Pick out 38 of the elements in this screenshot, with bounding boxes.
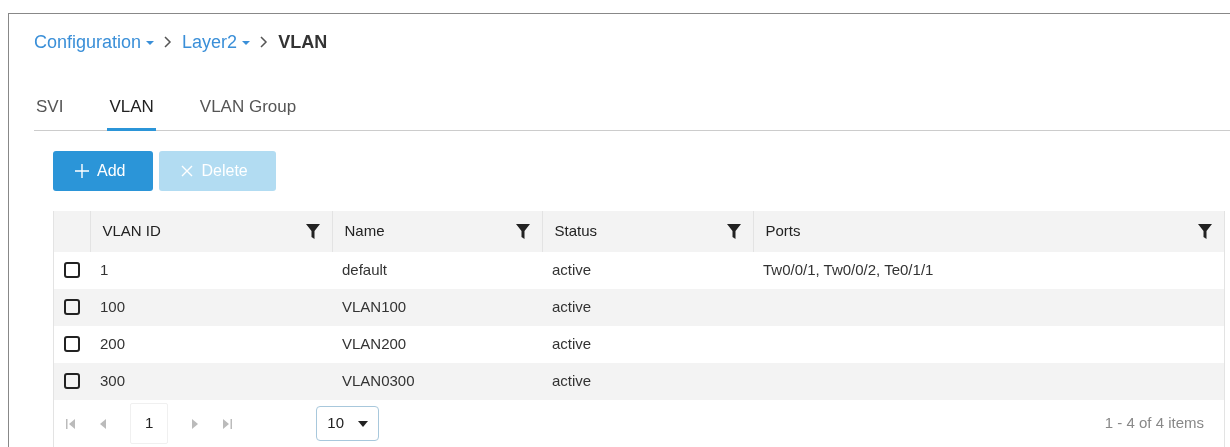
column-header: Name — [344, 220, 385, 241]
table-cell: 1 — [100, 260, 109, 278]
table-cell: VLAN100 — [342, 297, 407, 315]
column-header: Ports — [765, 220, 801, 241]
table-cell: Tw0/0/1, Tw0/0/2, Te0/1/1 — [763, 260, 934, 278]
table-cell: active — [552, 297, 592, 315]
table-cell: VLAN0300 — [342, 371, 415, 389]
row-checkbox[interactable] — [64, 373, 80, 389]
close-icon — [181, 164, 194, 177]
filter-icon[interactable] — [305, 223, 320, 239]
row-checkbox[interactable] — [64, 262, 80, 278]
tab[interactable]: VLAN Group — [197, 86, 299, 131]
breadcrumb-link[interactable]: Configuration — [34, 28, 155, 56]
tab[interactable]: SVI — [34, 86, 66, 131]
column-header: VLAN ID — [102, 220, 161, 241]
table-cell: 100 — [100, 297, 126, 315]
chevron-icon — [260, 36, 269, 48]
table-cell: active — [552, 334, 592, 352]
table-cell: active — [552, 260, 592, 278]
filter-icon[interactable] — [726, 223, 741, 239]
caret-icon — [358, 420, 369, 427]
table-cell: VLAN200 — [342, 334, 407, 352]
table-cell: 200 — [100, 334, 126, 352]
column-header: Status — [554, 220, 598, 241]
page-title: VLAN — [278, 30, 328, 54]
item-count: 1 - 4 of 4 items — [1104, 413, 1205, 434]
row-checkbox[interactable] — [64, 299, 80, 315]
chevron-icon — [164, 36, 173, 48]
filter-icon[interactable] — [515, 223, 530, 239]
row-checkbox[interactable] — [64, 336, 80, 352]
table-cell: active — [552, 371, 592, 389]
table-cell: default — [342, 260, 388, 278]
filter-icon[interactable] — [1198, 223, 1212, 239]
plus-icon — [75, 163, 89, 178]
table-cell: 300 — [100, 371, 126, 389]
tab[interactable]: VLAN — [107, 86, 156, 131]
page-size-dropdown[interactable]: 10 — [316, 406, 380, 441]
page-number[interactable]: 1 — [130, 403, 169, 444]
